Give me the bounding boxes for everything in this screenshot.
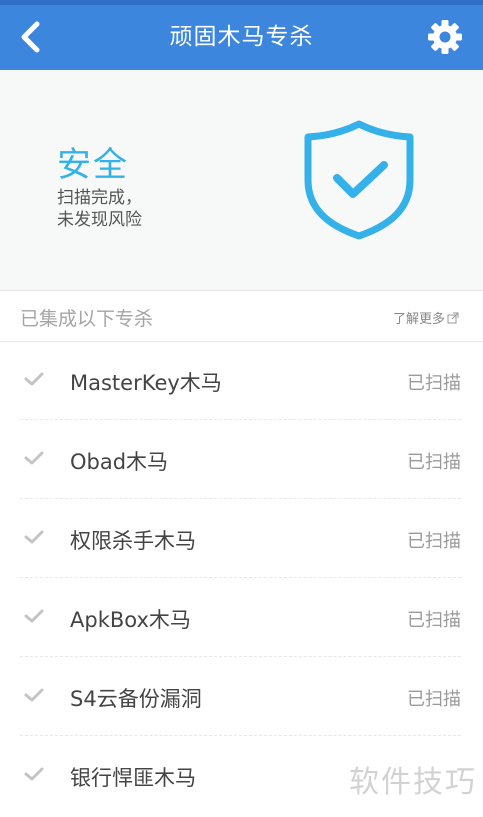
list-item-name: ApkBox木马	[70, 608, 191, 632]
gear-icon	[428, 20, 462, 54]
check-icon	[24, 372, 44, 386]
learn-more-link[interactable]: 了解更多	[393, 308, 459, 327]
check-icon	[24, 609, 44, 623]
list-item-status: 已扫描	[407, 689, 461, 710]
list-item-name: S4云备份漏洞	[70, 687, 202, 711]
list-item: MasterKey木马 已扫描	[0, 341, 483, 420]
list-item-status: 已扫描	[407, 373, 461, 394]
scanner-list: MasterKey木马 已扫描 Obad木马 已扫描 权限杀手木马 已扫描 Ap…	[0, 341, 483, 815]
watermark-text: 软件技巧	[349, 765, 477, 800]
list-item-name: 权限杀手木马	[70, 529, 196, 553]
check-icon	[24, 767, 44, 781]
status-message-line2: 未发现风险	[57, 210, 142, 230]
back-button[interactable]	[12, 17, 52, 57]
list-item-name: 银行悍匪木马	[70, 766, 196, 790]
list-item-name: Obad木马	[70, 450, 169, 474]
list-item: 权限杀手木马 已扫描	[0, 499, 483, 578]
list-item: Obad木马 已扫描	[0, 420, 483, 499]
page-title: 顽固木马专杀	[169, 24, 314, 50]
list-item: ApkBox木马 已扫描	[0, 578, 483, 657]
learn-more-label: 了解更多	[392, 312, 445, 327]
chevron-left-icon	[21, 21, 40, 53]
section-title: 已集成以下专杀	[20, 308, 154, 330]
app-header: 顽固木马专杀	[0, 5, 483, 70]
section-header: 已集成以下专杀 了解更多	[0, 290, 483, 342]
status-title: 安全	[57, 145, 129, 185]
list-item: S4云备份漏洞 已扫描	[0, 657, 483, 736]
shield-check-icon	[304, 120, 414, 240]
scan-status-panel: 安全 扫描完成， 未发现风险	[0, 70, 483, 290]
list-item-status: 已扫描	[407, 610, 461, 631]
check-icon	[24, 530, 44, 544]
list-item-status: 已扫描	[407, 452, 461, 473]
list-item-status: 已扫描	[407, 531, 461, 552]
check-icon	[24, 688, 44, 702]
settings-button[interactable]	[425, 17, 465, 57]
external-link-icon	[447, 312, 459, 323]
check-icon	[24, 451, 44, 465]
list-item-name: MasterKey木马	[70, 371, 222, 395]
